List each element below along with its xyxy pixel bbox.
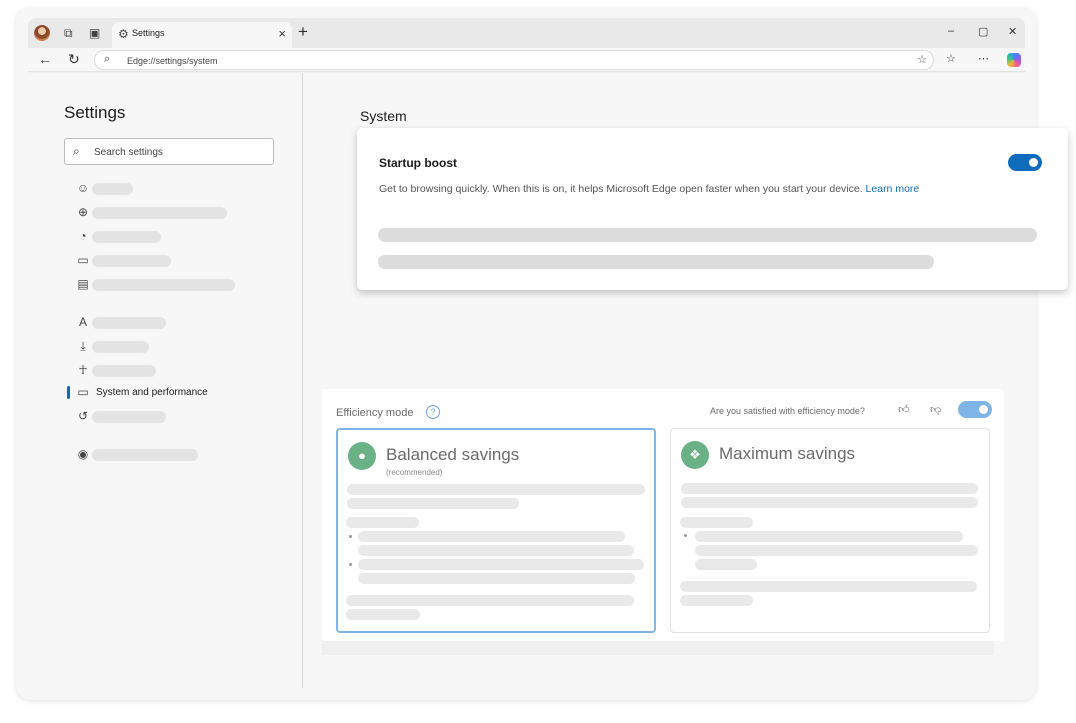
search-icon: ⌕ [104,53,111,65]
bullet [349,563,352,566]
maximum-savings-card[interactable]: ❖ Maximum savings [670,428,990,633]
startup-boost-toggle[interactable] [1008,154,1042,171]
startup-boost-description: Get to browsing quickly. When this is on… [379,183,919,195]
label-placeholder [92,255,171,267]
selection-indicator [67,386,70,399]
search-icon: ⌕ [73,144,80,158]
lock-icon: ⊕ [77,205,89,219]
label-placeholder [92,183,133,195]
card-title: Balanced savings [386,445,520,464]
maximize-button[interactable]: ▢ [978,25,988,38]
feedback-question: Are you satisfied with efficiency mode? [710,406,865,416]
text-placeholder [358,545,634,556]
gear-icon: ⚙ [118,27,129,41]
window-icon: ▭ [77,253,89,267]
browser-window: ⧉ ▣ ⚙ Settings × + – ▢ ✕ ← ↻ ⌕ Edge://se… [28,18,1025,688]
page-title: Settings [64,103,126,122]
label-placeholder [92,341,149,353]
reset-icon: ↺ [77,409,89,423]
favorites-icon[interactable]: ☆ [946,52,956,65]
section-title: System [360,108,407,124]
text-placeholder [378,228,1037,242]
palette-icon: ◔ [79,229,87,243]
text-placeholder [680,595,753,606]
search-placeholder: Search settings [94,147,163,158]
text-placeholder [346,517,419,528]
text-placeholder [346,609,420,620]
laptop-icon: ▭ [77,385,89,399]
profile-icon: ☺ [76,181,90,195]
efficiency-toggle[interactable] [958,401,992,418]
address-url: Edge://settings/system [127,56,218,66]
description-text: Get to browsing quickly. When this is on… [379,183,863,195]
text-placeholder [346,595,634,606]
text-placeholder [695,531,963,542]
text-placeholder [358,531,625,542]
text-placeholder [680,581,977,592]
label-placeholder [92,449,198,461]
more-icon[interactable]: ⋯ [978,52,989,65]
calendar-icon: ▤ [77,277,89,291]
accessibility-icon: ☥ [78,363,88,377]
text-placeholder [358,573,635,584]
back-icon[interactable]: ← [38,51,52,67]
address-toolbar: ← ↻ ⌕ Edge://settings/system ☆ ☆ ⋯ [28,48,1025,72]
label-placeholder [92,231,161,243]
label-placeholder [92,279,235,291]
add-favorite-icon[interactable]: ☆ [917,53,927,66]
close-tab-icon[interactable]: × [278,26,286,41]
copilot-icon[interactable] [1007,53,1021,67]
profile-avatar[interactable] [34,25,50,41]
text-placeholder [681,497,978,508]
tab-strip: ⧉ ▣ ⚙ Settings × + – ▢ ✕ [28,18,1025,48]
download-icon: ⤓ [80,339,86,353]
text-placeholder [695,545,978,556]
learn-more-link[interactable]: Learn more [866,183,920,195]
minimize-button[interactable]: – [948,25,954,37]
text-placeholder [378,255,934,269]
bullet [684,534,687,537]
tab-actions-icon[interactable]: ▣ [89,26,100,40]
balanced-savings-card[interactable]: ● Balanced savings (recommended) [336,428,656,633]
workspaces-icon[interactable]: ⧉ [64,26,73,40]
label-placeholder [92,207,227,219]
label-placeholder [92,365,156,377]
text-placeholder [347,498,519,509]
efficiency-mode-panel: Efficiency mode ? Are you satisfied with… [322,389,1004,641]
panel-shadow [322,641,994,655]
efficiency-title: Efficiency mode [336,407,414,419]
tab-settings[interactable]: ⚙ Settings × [112,22,292,48]
bullet [349,535,352,538]
address-bar[interactable]: ⌕ Edge://settings/system ☆ [94,50,934,70]
close-window-button[interactable]: ✕ [1008,25,1017,38]
refresh-icon[interactable]: ↻ [68,51,80,68]
help-icon[interactable]: ? [426,405,440,419]
startup-boost-card: Startup boost Get to browsing quickly. W… [357,128,1068,290]
sidebar-item-label: System and performance [96,387,208,398]
text-placeholder [695,559,757,570]
text-placeholder [347,484,645,495]
text-placeholder [358,559,644,570]
tab-title: Settings [132,28,165,38]
label-placeholder [92,317,166,329]
search-input[interactable]: ⌕ Search settings [64,138,274,165]
leaf-icon: ❖ [681,441,709,469]
new-tab-icon[interactable]: + [298,22,308,42]
label-placeholder [92,411,166,423]
text-placeholder [680,517,753,528]
startup-boost-title: Startup boost [379,156,457,170]
card-subtitle: (recommended) [386,468,443,477]
edge-logo-icon: ◉ [77,447,89,461]
text-placeholder [681,483,978,494]
thumbs-down-icon[interactable]: 👎︎ [930,403,941,416]
leaf-icon: ● [348,442,376,470]
sidebar-divider [302,73,303,688]
thumbs-up-icon[interactable]: 👍︎ [898,403,910,416]
card-title: Maximum savings [719,444,856,463]
language-icon: A [78,315,87,329]
